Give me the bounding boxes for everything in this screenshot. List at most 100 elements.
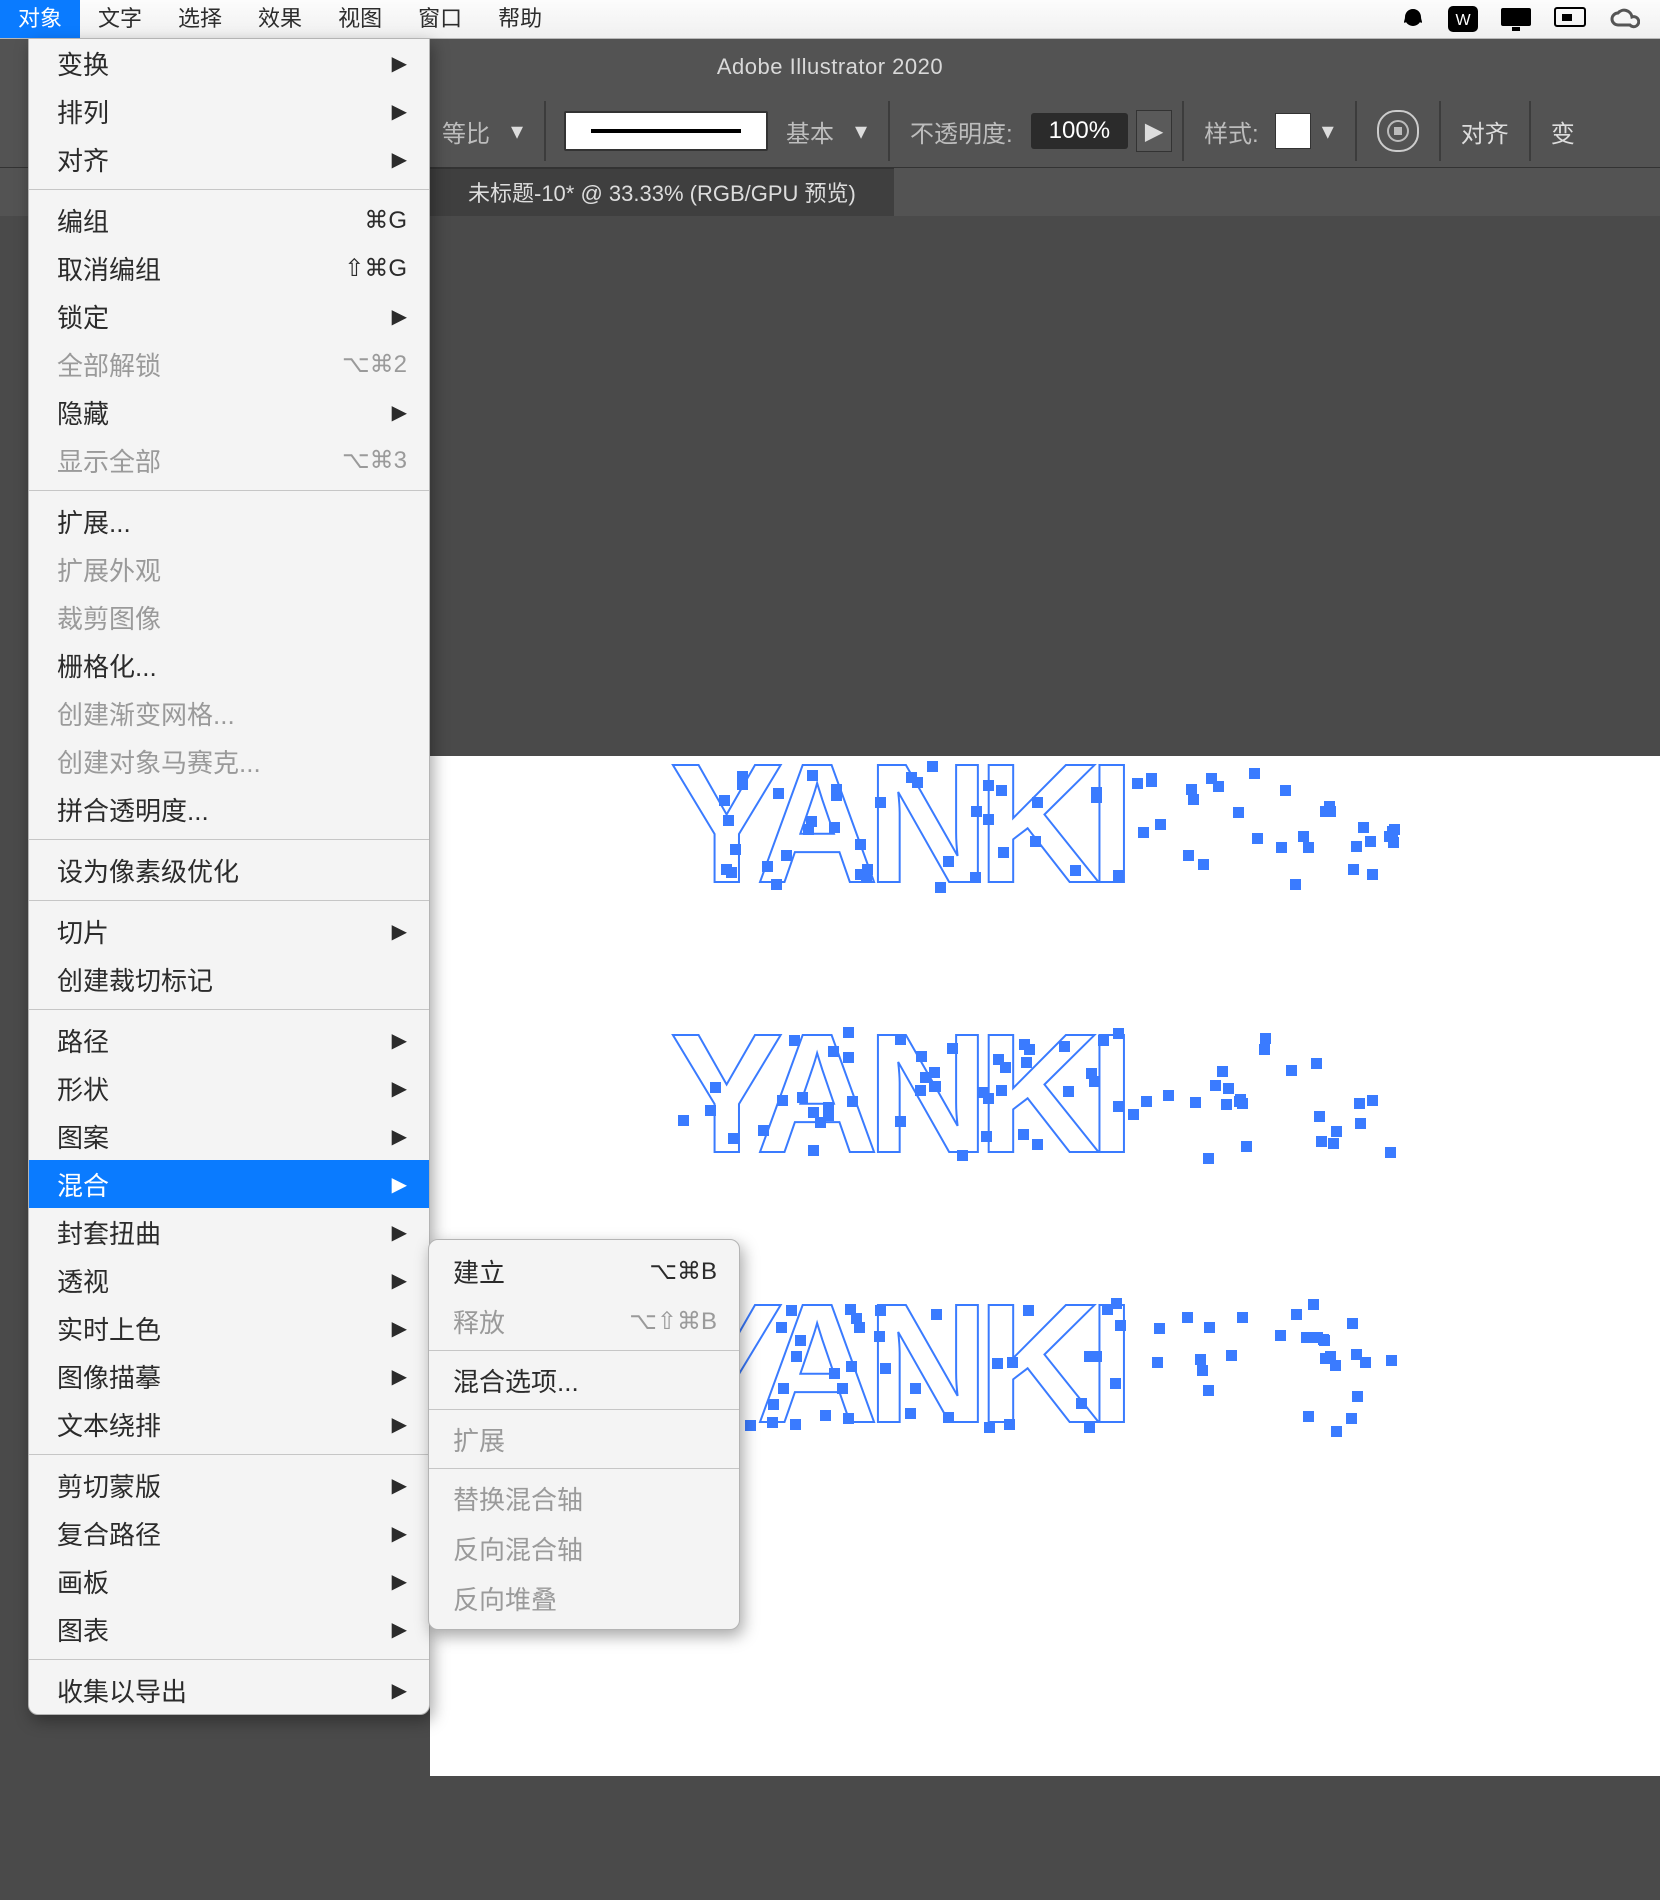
document-setup-icon[interactable] bbox=[1377, 110, 1419, 152]
menu-item-label: 图案 bbox=[57, 1118, 392, 1155]
menu-item: 裁剪图像 bbox=[29, 593, 429, 641]
submenu-arrow-icon: ▶ bbox=[392, 1076, 407, 1101]
menu-item-label: 创建裁切标记 bbox=[57, 961, 407, 998]
menu-item-label: 拼合透明度... bbox=[57, 791, 407, 828]
menu-item[interactable]: 图表▶ bbox=[29, 1605, 429, 1653]
menu-item: 显示全部⌥⌘3 bbox=[29, 436, 429, 484]
menu-item[interactable]: 透视▶ bbox=[29, 1256, 429, 1304]
submenu-arrow-icon: ▶ bbox=[392, 51, 407, 76]
menu-item[interactable]: 拼合透明度... bbox=[29, 785, 429, 833]
menu-separator bbox=[29, 839, 429, 840]
menu-item[interactable]: 对齐▶ bbox=[29, 135, 429, 183]
menu-item[interactable]: 实时上色▶ bbox=[29, 1304, 429, 1352]
menu-item-label: 排列 bbox=[57, 93, 392, 130]
menu-separator bbox=[29, 1454, 429, 1455]
shortcut: ⌥⌘2 bbox=[342, 350, 407, 379]
submenu-arrow-icon: ▶ bbox=[392, 99, 407, 124]
menu-item[interactable]: 变换▶ bbox=[29, 39, 429, 87]
wps-icon[interactable]: W bbox=[1448, 6, 1478, 32]
shortcut: ⌥⌘B bbox=[649, 1257, 717, 1286]
menu-item[interactable]: 复合路径▶ bbox=[29, 1509, 429, 1557]
menu-item-label: 文本绕排 bbox=[57, 1406, 392, 1443]
style-swatch[interactable] bbox=[1275, 113, 1311, 149]
menu-item: 全部解锁⌥⌘2 bbox=[29, 340, 429, 388]
menu-item-label: 切片 bbox=[57, 913, 392, 950]
style-dropdown-caret[interactable]: ▾ bbox=[1311, 114, 1345, 148]
submenu-arrow-icon: ▶ bbox=[392, 1028, 407, 1053]
menu-item[interactable]: 图像描摹▶ bbox=[29, 1352, 429, 1400]
menu-tray: W bbox=[1400, 6, 1660, 32]
menu-item[interactable]: 文本绕排▶ bbox=[29, 1400, 429, 1448]
menu-separator bbox=[29, 1659, 429, 1660]
menu-item[interactable]: 扩展... bbox=[29, 497, 429, 545]
menu-item[interactable]: 画板▶ bbox=[29, 1557, 429, 1605]
opacity-value[interactable]: 100% bbox=[1031, 113, 1128, 149]
display-icon[interactable] bbox=[1500, 7, 1532, 31]
menu-window[interactable]: 窗口 bbox=[400, 0, 480, 38]
menu-item[interactable]: 创建裁切标记 bbox=[29, 955, 429, 1003]
menu-item-label: 对齐 bbox=[57, 141, 392, 178]
document-tab[interactable]: 未标题-10* @ 33.33% (RGB/GPU 预览) bbox=[430, 167, 894, 219]
stroke-dropdown-caret[interactable]: ▾ bbox=[844, 114, 878, 148]
menu-item[interactable]: 路径▶ bbox=[29, 1016, 429, 1064]
artwork-row-2[interactable]: YANKI bbox=[670, 996, 1123, 1192]
menu-separator bbox=[29, 189, 429, 190]
submenu-item-label: 混合选项... bbox=[453, 1362, 579, 1399]
menu-item-label: 扩展... bbox=[57, 503, 407, 540]
menu-item: 创建渐变网格... bbox=[29, 689, 429, 737]
opacity-arrow[interactable]: ▶ bbox=[1136, 110, 1172, 152]
submenu-arrow-icon: ▶ bbox=[392, 304, 407, 329]
submenu-arrow-icon: ▶ bbox=[392, 1617, 407, 1642]
creative-cloud-icon[interactable] bbox=[1608, 7, 1640, 31]
screenshare-icon[interactable] bbox=[1554, 7, 1586, 31]
menu-item[interactable]: 混合▶ bbox=[29, 1160, 429, 1208]
menu-item[interactable]: 收集以导出▶ bbox=[29, 1666, 429, 1714]
menu-item: 扩展外观 bbox=[29, 545, 429, 593]
menu-separator bbox=[29, 490, 429, 491]
submenu-item: 反向混合轴 bbox=[429, 1523, 739, 1573]
menu-item-label: 扩展外观 bbox=[57, 551, 407, 588]
style-label: 样式: bbox=[1204, 114, 1259, 149]
submenu-item[interactable]: 混合选项... bbox=[429, 1355, 739, 1405]
shortcut: ⇧⌘G bbox=[344, 254, 407, 283]
menu-item[interactable]: 剪切蒙版▶ bbox=[29, 1461, 429, 1509]
align-label[interactable]: 对齐 bbox=[1461, 114, 1509, 149]
menu-view[interactable]: 视图 bbox=[320, 0, 400, 38]
menu-separator bbox=[429, 1350, 739, 1351]
menu-item[interactable]: 编组⌘G bbox=[29, 196, 429, 244]
artwork-row-1[interactable]: YANKI bbox=[670, 726, 1123, 922]
menu-item[interactable]: 锁定▶ bbox=[29, 292, 429, 340]
menu-item-label: 透视 bbox=[57, 1262, 392, 1299]
submenu-item-label: 反向混合轴 bbox=[453, 1530, 583, 1567]
menu-item[interactable]: 切片▶ bbox=[29, 907, 429, 955]
scale-dropdown-caret[interactable]: ▾ bbox=[500, 114, 534, 148]
menu-item[interactable]: 栅格化... bbox=[29, 641, 429, 689]
shortcut: ⌥⌘3 bbox=[342, 446, 407, 475]
menu-item-label: 形状 bbox=[57, 1070, 392, 1107]
menu-text[interactable]: 文字 bbox=[80, 0, 160, 38]
menu-item-label: 栅格化... bbox=[57, 647, 407, 684]
menu-item[interactable]: 排列▶ bbox=[29, 87, 429, 135]
menu-item[interactable]: 隐藏▶ bbox=[29, 388, 429, 436]
more-label[interactable]: 变 bbox=[1551, 114, 1575, 149]
menu-object[interactable]: 对象 bbox=[0, 0, 80, 38]
menu-select[interactable]: 选择 bbox=[160, 0, 240, 38]
submenu-arrow-icon: ▶ bbox=[392, 1268, 407, 1293]
menu-item-label: 图像描摹 bbox=[57, 1358, 392, 1395]
submenu-arrow-icon: ▶ bbox=[392, 1412, 407, 1437]
menu-item[interactable]: 封套扭曲▶ bbox=[29, 1208, 429, 1256]
menu-effect[interactable]: 效果 bbox=[240, 0, 320, 38]
menu-separator bbox=[429, 1409, 739, 1410]
menu-item-label: 混合 bbox=[57, 1166, 392, 1203]
submenu-item[interactable]: 建立⌥⌘B bbox=[429, 1246, 739, 1296]
menu-item[interactable]: 图案▶ bbox=[29, 1112, 429, 1160]
menu-item-label: 画板 bbox=[57, 1563, 392, 1600]
menu-help[interactable]: 帮助 bbox=[480, 0, 560, 38]
menu-item-label: 创建对象马赛克... bbox=[57, 743, 407, 780]
menu-item[interactable]: 形状▶ bbox=[29, 1064, 429, 1112]
qq-icon[interactable] bbox=[1400, 6, 1426, 32]
menu-item[interactable]: 设为像素级优化 bbox=[29, 846, 429, 894]
menu-item[interactable]: 取消编组⇧⌘G bbox=[29, 244, 429, 292]
system-menubar: 对象 文字 选择 效果 视图 窗口 帮助 W bbox=[0, 0, 1660, 39]
stroke-preview[interactable] bbox=[564, 111, 768, 151]
